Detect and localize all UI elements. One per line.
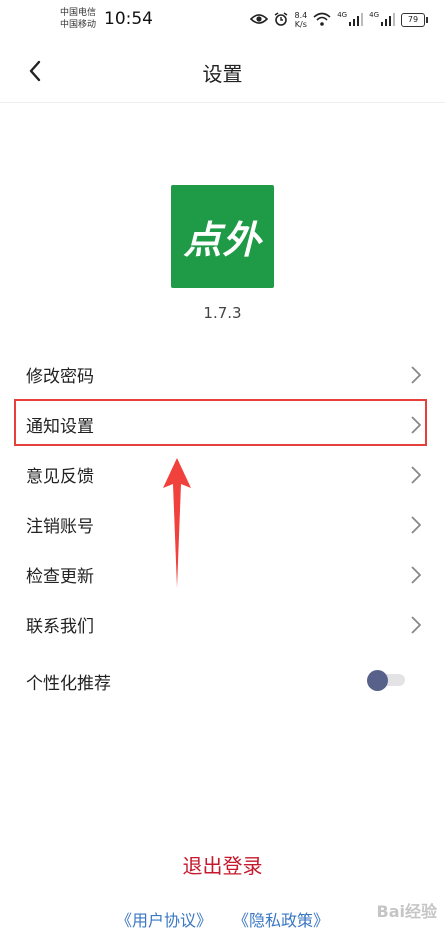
menu-item-delete-account[interactable]: 注销账号 (0, 499, 445, 549)
carrier-1: 中国电信 (60, 8, 97, 18)
menu-item-check-update[interactable]: 检查更新 (0, 549, 445, 599)
menu-item-change-password[interactable]: 修改密码 (0, 349, 445, 399)
wifi-icon (313, 12, 331, 28)
network-type-1: 4G (337, 11, 348, 19)
menu-item-notification-settings[interactable]: 通知设置 (0, 399, 445, 449)
carrier-2: 中国移动 (60, 20, 97, 30)
logout-button[interactable]: 退出登录 (0, 850, 445, 879)
personalized-recommendation-toggle[interactable] (367, 670, 407, 691)
menu-item-label: 通知设置 (26, 416, 94, 437)
nav-bar: 设置 (0, 40, 445, 103)
watermark: Bai经验 (376, 902, 437, 921)
page-title: 设置 (202, 62, 243, 86)
menu-item-label: 联系我们 (26, 616, 94, 637)
menu-item-contact-us[interactable]: 联系我们 (0, 599, 445, 649)
app-logo-text: 点外 (183, 218, 262, 262)
signal-icon (349, 12, 364, 28)
app-logo: 点外 (171, 185, 274, 288)
toggle-label: 个性化推荐 (26, 674, 111, 694)
chevron-right-icon (411, 466, 421, 484)
clock: 10:54 (104, 9, 153, 29)
chevron-right-icon (411, 616, 421, 634)
status-icons: 8.4 K/s 4G 4G 79 (250, 10, 428, 30)
speed-unit: K/s (294, 20, 307, 29)
chevron-right-icon (411, 416, 421, 434)
settings-menu: 修改密码 通知设置 意见反馈 注销账号 检查更新 联系我们 个性化推荐 (0, 349, 445, 711)
speed-value: 8.4 (294, 11, 308, 20)
status-bar: 中国电信 中国移动 10:54 8.4 K/s 4G 4G 79 (0, 0, 445, 40)
privacy-policy-link[interactable]: 《隐私政策》 (233, 911, 329, 930)
network-speed: 8.4 K/s (294, 11, 307, 29)
signal-icon (381, 12, 395, 28)
app-version: 1.7.3 (203, 304, 242, 322)
user-agreement-link[interactable]: 《用户协议》 (116, 911, 212, 930)
menu-item-feedback[interactable]: 意见反馈 (0, 449, 445, 499)
arrow-up-annotation-icon (163, 458, 191, 588)
menu-item-label: 意见反馈 (26, 466, 94, 487)
toggle-knob (367, 670, 388, 691)
chevron-right-icon (411, 566, 421, 584)
alarm-icon (274, 12, 288, 28)
menu-item-label: 修改密码 (26, 366, 94, 387)
personalized-recommendation-row: 个性化推荐 (0, 649, 445, 711)
menu-item-label: 注销账号 (26, 516, 94, 537)
menu-item-label: 检查更新 (26, 566, 94, 587)
chevron-right-icon (411, 516, 421, 534)
battery-icon: 79 (401, 13, 428, 27)
eye-icon (250, 13, 269, 27)
carrier-names: 中国电信 中国移动 (60, 7, 96, 31)
chevron-right-icon (411, 366, 421, 384)
network-type-2: 4G (369, 11, 379, 19)
